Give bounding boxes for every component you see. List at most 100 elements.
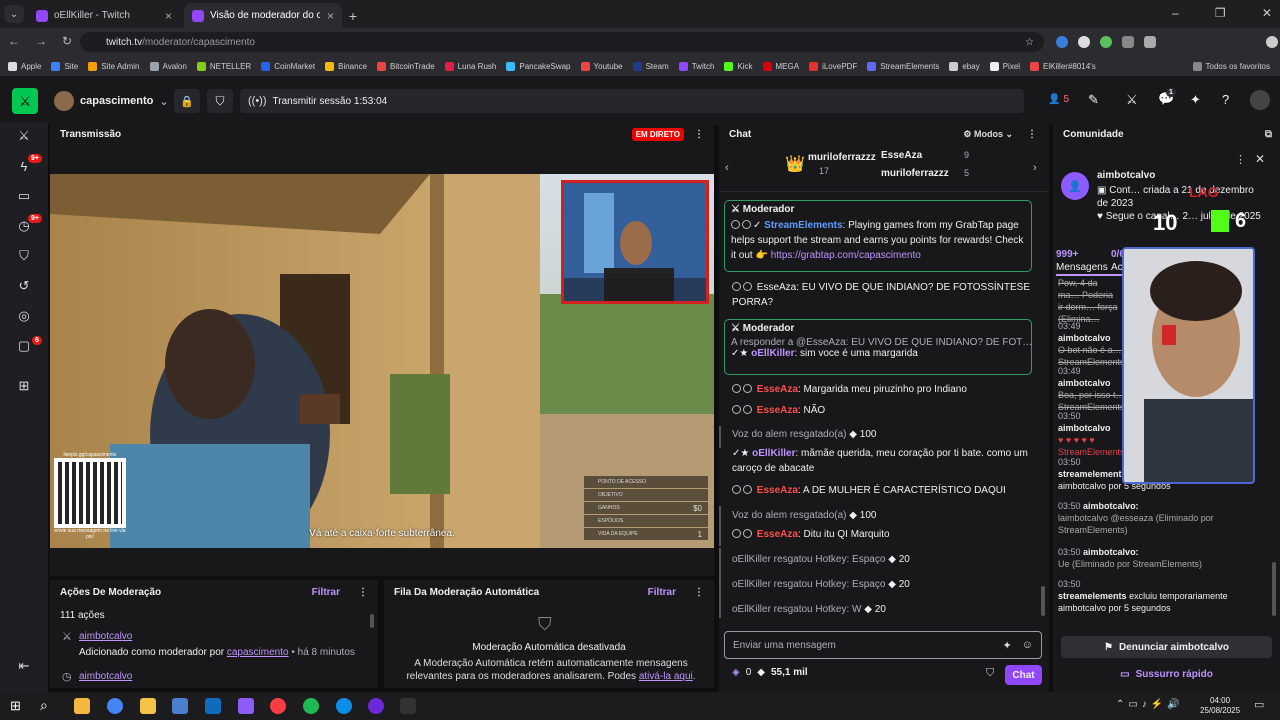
- report-user-button[interactable]: ⚑ Denunciar aimbotcalvo: [1061, 636, 1272, 658]
- chat-scrollbar[interactable]: [1041, 586, 1045, 616]
- more-options-icon[interactable]: ⋮: [358, 587, 368, 598]
- scrollbar[interactable]: [1272, 562, 1276, 616]
- bookmark[interactable]: ebay: [949, 61, 980, 71]
- extension-icon[interactable]: [1056, 36, 1068, 48]
- windows-start-icon[interactable]: ⊞: [10, 698, 21, 714]
- video-player[interactable]: livepix.gg/capascimento envie sua mensag…: [50, 174, 714, 548]
- extension-icon[interactable]: [1078, 36, 1090, 48]
- clock[interactable]: 04:00 25/08/2025: [1200, 696, 1240, 716]
- maximize-icon[interactable]: ❐: [1215, 6, 1226, 20]
- bits-icon[interactable]: ✦: [1003, 639, 1012, 652]
- channel-points-icon[interactable]: ◆: [757, 667, 765, 678]
- action-user-link[interactable]: aimbotcalvo: [79, 631, 132, 642]
- enable-automod-link[interactable]: ativá-la aqui: [639, 671, 693, 682]
- minimize-icon[interactable]: –: [1172, 6, 1179, 20]
- extension-icon[interactable]: [1122, 36, 1134, 48]
- bookmark[interactable]: iLovePDF: [809, 61, 857, 71]
- bookmark[interactable]: PancakeSwap: [506, 61, 571, 71]
- send-chat-button[interactable]: Chat: [1005, 665, 1042, 685]
- notification-icon[interactable]: ▭: [1254, 698, 1264, 711]
- sword-icon[interactable]: ⚔: [14, 126, 34, 146]
- store-icon[interactable]: [172, 698, 188, 714]
- action-user-link[interactable]: aimbotcalvo: [79, 671, 132, 682]
- search-icon[interactable]: ⌕: [40, 697, 48, 714]
- moderator-message-box[interactable]: ⚔ Moderador ✓ StreamElements: Playing ga…: [724, 200, 1032, 272]
- bookmark[interactable]: Avalon: [149, 61, 187, 71]
- history-icon[interactable]: ↺: [14, 276, 34, 296]
- more-options-icon[interactable]: ⋮: [1235, 153, 1246, 166]
- bookmark[interactable]: ElKiller#8014's: [1030, 61, 1096, 71]
- bits-gem-icon[interactable]: ◈: [732, 667, 740, 678]
- close-tab-icon[interactable]: ×: [327, 9, 334, 23]
- help-icon[interactable]: ?: [1222, 92, 1229, 107]
- layout-add-icon[interactable]: ⊞: [14, 376, 34, 396]
- bookmark[interactable]: Steam: [632, 61, 669, 71]
- extension-icon[interactable]: [1144, 36, 1156, 48]
- user-avatar[interactable]: [1250, 90, 1270, 110]
- reload-icon[interactable]: ↻: [62, 34, 72, 48]
- mod-view-sword-icon[interactable]: ⚔: [12, 88, 38, 114]
- leader-user[interactable]: muriloferrazzz: [881, 168, 949, 179]
- outlook-icon[interactable]: [205, 698, 221, 714]
- bookmark[interactable]: BitcoinTrade: [377, 61, 435, 71]
- close-tab-icon[interactable]: ×: [165, 9, 172, 23]
- chat-link[interactable]: https://grabtap.com/capascimento: [771, 250, 921, 261]
- quick-whisper-button[interactable]: ▭ Sussurro rápido: [1061, 664, 1272, 684]
- bookmark[interactable]: Binance: [325, 61, 367, 71]
- shield-icon[interactable]: ⛉: [14, 246, 34, 266]
- lock-icon[interactable]: 🔒: [174, 89, 200, 113]
- close-icon[interactable]: ✕: [1255, 152, 1265, 166]
- bookmark[interactable]: MEGA: [762, 61, 799, 71]
- chat-input[interactable]: Enviar uma mensagem ✦ ☺: [724, 631, 1042, 659]
- leader-user[interactable]: muriloferrazzz: [808, 152, 876, 163]
- system-tray-icons[interactable]: ⌃▭♪⚡🔊: [1116, 699, 1184, 710]
- bookmark[interactable]: Youtube: [580, 61, 623, 71]
- collapse-rail-icon[interactable]: ⇤: [14, 656, 34, 676]
- action-by-link[interactable]: capascimento: [227, 647, 289, 658]
- chat-username[interactable]: EsseAza: [757, 529, 798, 540]
- bookmark[interactable]: Pixel: [989, 61, 1020, 71]
- modes-button[interactable]: ⚙ Modos ⌄: [963, 129, 1013, 140]
- next-arrow-icon[interactable]: ›: [1033, 162, 1037, 174]
- filter-link[interactable]: Filtrar: [648, 587, 676, 598]
- forward-icon[interactable]: →: [35, 34, 47, 48]
- popout-icon[interactable]: ⧉: [1265, 129, 1272, 140]
- edge-icon[interactable]: [336, 698, 352, 714]
- bookmark[interactable]: Site: [51, 61, 78, 71]
- chrome-icon[interactable]: [107, 698, 123, 714]
- sword-icon[interactable]: ⚔: [1126, 92, 1138, 108]
- music-icon[interactable]: [270, 698, 286, 714]
- chat-username[interactable]: EsseAza: [757, 384, 798, 395]
- folder-icon[interactable]: [140, 698, 156, 714]
- scrollbar[interactable]: [370, 614, 374, 628]
- app-icon[interactable]: [368, 698, 384, 714]
- more-options-icon[interactable]: ⋮: [1027, 129, 1037, 140]
- profile-avatar[interactable]: [1266, 36, 1278, 48]
- browser-tab-2[interactable]: Visão de moderador do ca… ×: [184, 3, 342, 28]
- viewer-count[interactable]: 👤 5: [1048, 94, 1069, 105]
- tab-messages[interactable]: 999+ Mensagens: [1056, 248, 1108, 274]
- chat-bubble-icon[interactable]: ▭: [14, 186, 34, 206]
- filter-link[interactable]: Filtrar: [312, 587, 340, 598]
- bookmark[interactable]: Site Admin: [88, 61, 140, 71]
- shield-icon[interactable]: ⛉: [207, 89, 233, 113]
- sparkle-icon[interactable]: ✦: [1190, 92, 1201, 108]
- chat-username[interactable]: oEllKiller: [751, 348, 794, 359]
- chat-username[interactable]: EsseAza: [757, 405, 798, 416]
- new-tab-button[interactable]: +: [344, 3, 362, 28]
- bookmark[interactable]: CoinMarket: [261, 61, 315, 71]
- spotify-icon[interactable]: [303, 698, 319, 714]
- back-icon[interactable]: ←: [8, 34, 20, 48]
- moderator-message-box[interactable]: ⚔ Moderador A responder a @EsseAza: EU V…: [724, 319, 1032, 375]
- all-bookmarks[interactable]: Todos os favoritos: [1192, 61, 1270, 71]
- browser-tab-1[interactable]: oEllKiller - Twitch ×: [28, 3, 180, 28]
- chat-username[interactable]: oEllKiller: [752, 448, 795, 459]
- close-window-icon[interactable]: ✕: [1262, 6, 1272, 20]
- shield-icon[interactable]: ⛉: [986, 667, 994, 680]
- bookmark[interactable]: Kick: [724, 61, 753, 71]
- url-bar[interactable]: twitch.tv/moderator/capascimento ☆: [80, 32, 1044, 52]
- channel-switcher[interactable]: capascimento ⌄: [54, 91, 169, 111]
- tab-list-button[interactable]: ⌄: [4, 5, 24, 23]
- app-icon[interactable]: [400, 698, 416, 714]
- bookmark-star-icon[interactable]: ☆: [1025, 37, 1034, 48]
